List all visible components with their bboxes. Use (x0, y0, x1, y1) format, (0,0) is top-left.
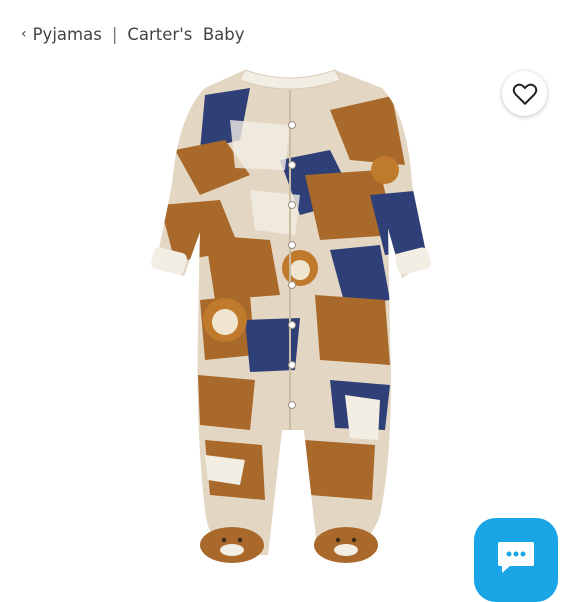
chat-button[interactable] (474, 518, 558, 602)
breadcrumb: ‹ Pyjamas | Carter's Baby (21, 22, 245, 46)
breadcrumb-separator: | (111, 24, 118, 44)
chevron-left-icon[interactable]: ‹ (21, 26, 27, 42)
favorite-button[interactable] (502, 71, 547, 116)
product-image (151, 69, 431, 563)
breadcrumb-item-pyjamas[interactable]: Pyjamas (33, 25, 102, 44)
breadcrumb-item-brand[interactable]: Carter's Baby (127, 25, 244, 44)
heart-outline-icon (512, 83, 537, 105)
footed-sleeper (151, 69, 431, 563)
chat-bubble-icon (498, 542, 534, 573)
